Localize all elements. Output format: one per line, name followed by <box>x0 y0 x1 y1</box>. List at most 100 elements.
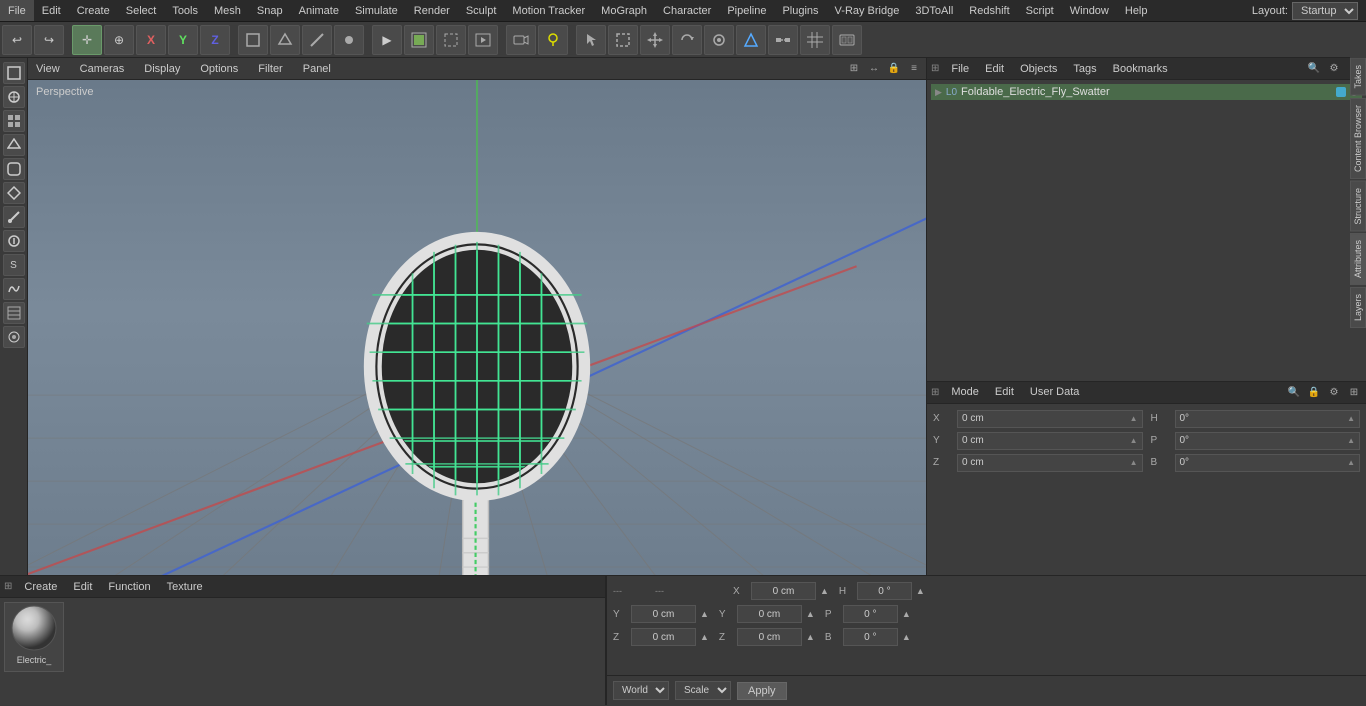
knife-tool-button[interactable] <box>736 25 766 55</box>
menu-animate[interactable]: Animate <box>291 0 347 21</box>
menu-pipeline[interactable]: Pipeline <box>719 0 774 21</box>
object-row-fly-swatter[interactable]: ▶ L0 Foldable_Electric_Fly_Swatter <box>931 84 1362 100</box>
tool9-btn[interactable]: S <box>3 254 25 276</box>
cursor-mode-button[interactable] <box>576 25 606 55</box>
camera-button[interactable] <box>506 25 536 55</box>
grid-button[interactable] <box>800 25 830 55</box>
move-tool-button[interactable]: ✛ <box>72 25 102 55</box>
render-picture-viewer-button[interactable] <box>468 25 498 55</box>
menu-edit[interactable]: Edit <box>34 0 69 21</box>
side-tab-layers[interactable]: Layers <box>1350 287 1366 328</box>
menu-select[interactable]: Select <box>118 0 165 21</box>
polygon-mode-button[interactable] <box>270 25 300 55</box>
menu-redshift[interactable]: Redshift <box>961 0 1017 21</box>
viewport-menu-cameras[interactable]: Cameras <box>76 63 129 75</box>
object-mode-button[interactable] <box>238 25 268 55</box>
objects-menu-bookmarks[interactable]: Bookmarks <box>1109 63 1172 75</box>
tool5-btn[interactable] <box>3 158 25 180</box>
rot-b-input[interactable] <box>843 628 898 646</box>
apply-button[interactable]: Apply <box>737 682 787 700</box>
transform-dropdown[interactable]: Scale <box>675 681 731 700</box>
mat-menu-texture[interactable]: Texture <box>163 581 207 593</box>
tool12-btn[interactable] <box>3 326 25 348</box>
world-dropdown[interactable]: World <box>613 681 669 700</box>
select-tool-button[interactable] <box>608 25 638 55</box>
pos-y-input[interactable] <box>631 605 696 623</box>
search-attr-button[interactable]: 🔍 <box>1286 384 1302 400</box>
menu-tools[interactable]: Tools <box>164 0 206 21</box>
attr-menu-userdata[interactable]: User Data <box>1026 386 1084 398</box>
attr-menu-edit[interactable]: Edit <box>991 386 1018 398</box>
objects-settings-button[interactable]: ⚙ <box>1326 61 1342 77</box>
menu-snap[interactable]: Snap <box>249 0 291 21</box>
objects-menu-file[interactable]: File <box>947 63 973 75</box>
tool8-btn[interactable] <box>3 230 25 252</box>
menu-window[interactable]: Window <box>1062 0 1117 21</box>
attr-p-field[interactable]: 0° ▲ <box>1175 432 1361 450</box>
viewport-menu-options[interactable]: Options <box>196 63 242 75</box>
render-region-button[interactable] <box>436 25 466 55</box>
attr-expand-button[interactable]: ⊞ <box>1346 384 1362 400</box>
size-x-input[interactable] <box>751 582 816 600</box>
attr-x-field[interactable]: 0 cm ▲ <box>957 410 1143 428</box>
attr-b-field[interactable]: 0° ▲ <box>1175 454 1361 472</box>
light-button[interactable] <box>538 25 568 55</box>
pos-y-arrow[interactable]: ▲ <box>700 609 709 619</box>
viewport-arrows-icon[interactable]: ↔ <box>866 61 882 77</box>
attr-y-field[interactable]: 0 cm ▲ <box>957 432 1143 450</box>
y-axis-button[interactable]: Y <box>168 25 198 55</box>
menu-vray[interactable]: V-Ray Bridge <box>827 0 908 21</box>
menu-create[interactable]: Create <box>69 0 118 21</box>
move-selection-button[interactable] <box>640 25 670 55</box>
side-tab-content-browser[interactable]: Content Browser <box>1350 98 1366 179</box>
tool7-btn[interactable] <box>3 206 25 228</box>
attr-h-field[interactable]: 0° ▲ <box>1175 410 1361 428</box>
edge-mode-button[interactable] <box>302 25 332 55</box>
point-mode-button[interactable] <box>334 25 364 55</box>
object-tool-btn[interactable] <box>3 62 25 84</box>
rot-p-input[interactable] <box>843 605 898 623</box>
viewport-menu-panel[interactable]: Panel <box>299 63 335 75</box>
viewport-menu-display[interactable]: Display <box>140 63 184 75</box>
objects-menu-tags[interactable]: Tags <box>1069 63 1100 75</box>
attr-settings-button[interactable]: ⚙ <box>1326 384 1342 400</box>
viewport-menu-view[interactable]: View <box>32 63 64 75</box>
menu-help[interactable]: Help <box>1117 0 1156 21</box>
size-x-arrow[interactable]: ▲ <box>820 586 829 596</box>
render-button[interactable] <box>404 25 434 55</box>
bridge-tool-button[interactable] <box>768 25 798 55</box>
tool10-btn[interactable] <box>3 278 25 300</box>
tool11-btn[interactable] <box>3 302 25 324</box>
viewport-maximize-icon[interactable]: ⊞ <box>846 61 862 77</box>
menu-3dtoall[interactable]: 3DToAll <box>907 0 961 21</box>
loop-selection-button[interactable] <box>704 25 734 55</box>
rotate-button[interactable] <box>672 25 702 55</box>
pos-z-input[interactable] <box>631 628 696 646</box>
side-tab-takes[interactable]: Takes <box>1350 58 1366 96</box>
size-z-arrow[interactable]: ▲ <box>806 632 815 642</box>
menu-sculpt[interactable]: Sculpt <box>458 0 505 21</box>
size-z-input[interactable] <box>737 628 802 646</box>
objects-menu-edit[interactable]: Edit <box>981 63 1008 75</box>
viewport-lock-icon[interactable]: 🔒 <box>886 61 902 77</box>
menu-simulate[interactable]: Simulate <box>347 0 406 21</box>
size-y-input[interactable] <box>737 605 802 623</box>
viewport-settings-icon[interactable]: ≡ <box>906 61 922 77</box>
z-axis-button[interactable]: Z <box>200 25 230 55</box>
side-tab-attributes[interactable]: Attributes <box>1350 233 1366 285</box>
menu-script[interactable]: Script <box>1018 0 1062 21</box>
tool6-btn[interactable] <box>3 182 25 204</box>
pos-z-arrow[interactable]: ▲ <box>700 632 709 642</box>
side-tab-structure[interactable]: Structure <box>1350 181 1366 232</box>
size-y-arrow[interactable]: ▲ <box>806 609 815 619</box>
attr-lock-button[interactable]: 🔒 <box>1306 384 1322 400</box>
menu-mograph[interactable]: MoGraph <box>593 0 655 21</box>
mat-menu-function[interactable]: Function <box>104 581 154 593</box>
film-button[interactable] <box>832 25 862 55</box>
3d-viewport[interactable]: X Y Z Perspective Grid Spacing : 100 cm <box>28 80 926 653</box>
undo-button[interactable]: ↩ <box>2 25 32 55</box>
rot-h-input[interactable] <box>857 582 912 600</box>
rot-b-arrow[interactable]: ▲ <box>902 632 911 642</box>
mat-menu-edit[interactable]: Edit <box>69 581 96 593</box>
viewport-menu-filter[interactable]: Filter <box>254 63 286 75</box>
